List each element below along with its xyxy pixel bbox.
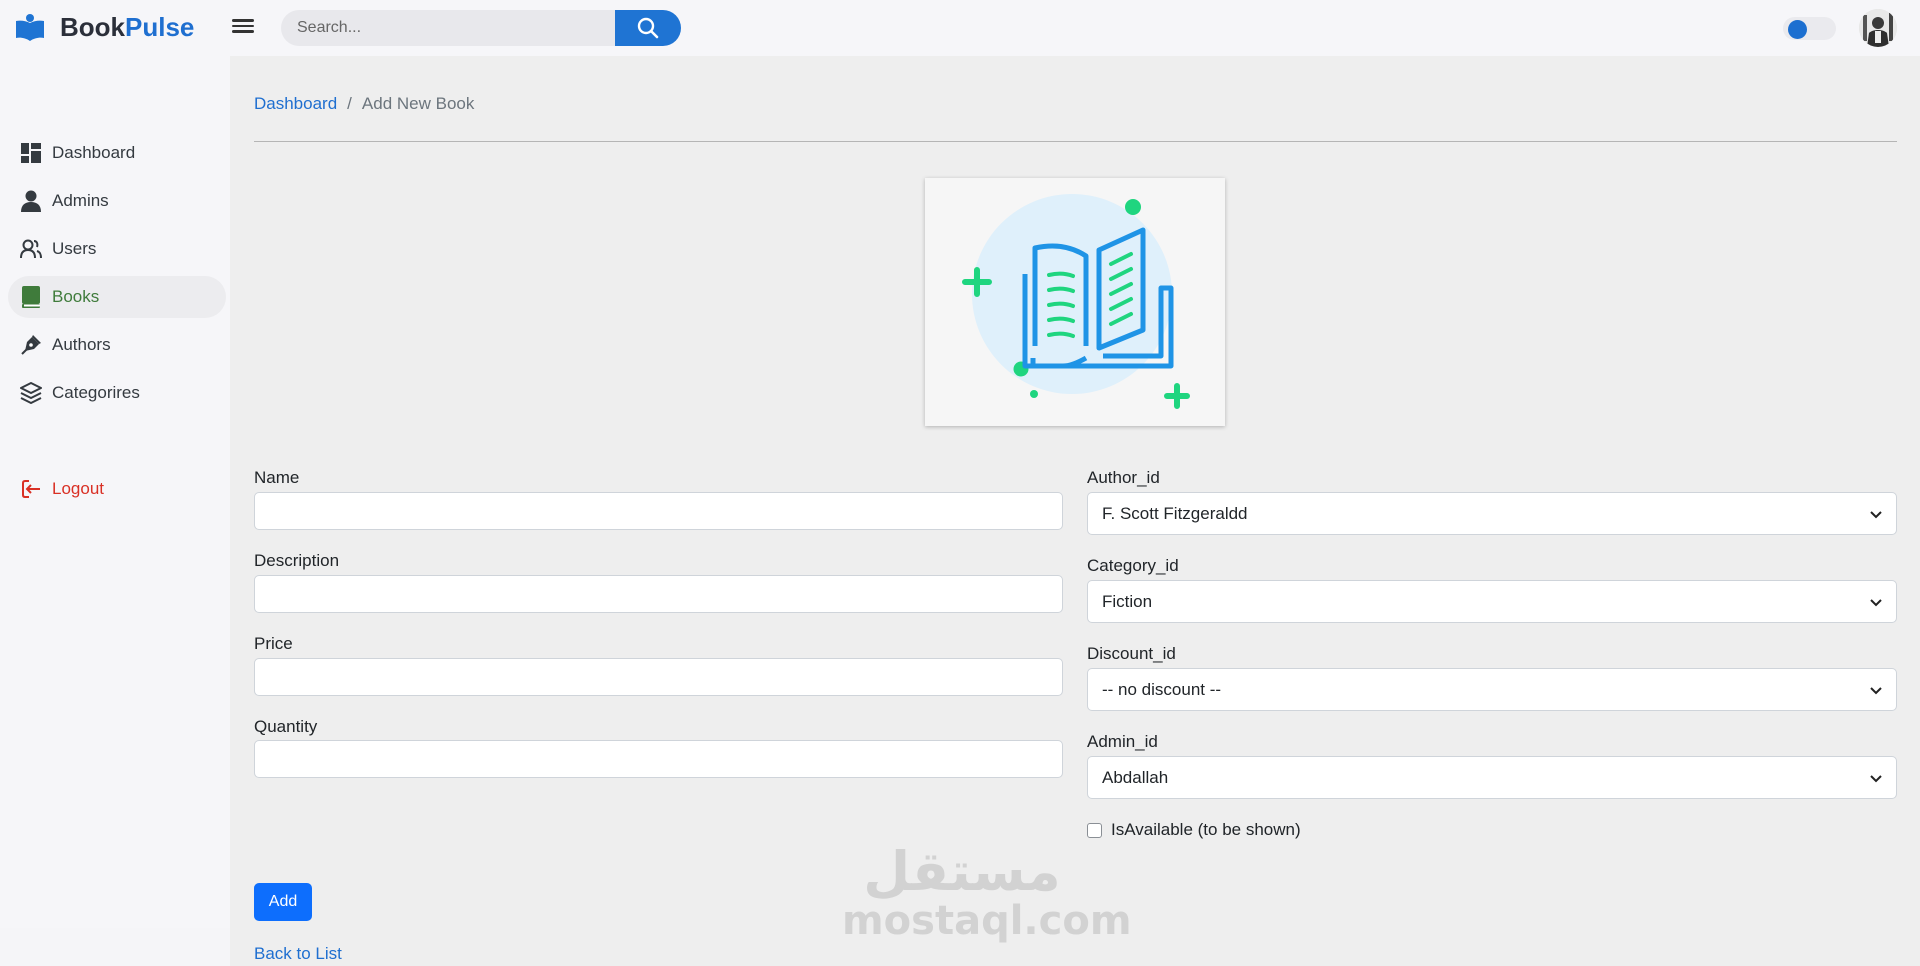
author-selected-value: F. Scott Fitzgeraldd [1102,503,1248,523]
sidebar-item-books[interactable]: Books [8,276,226,318]
sidebar-item-admins[interactable]: Admins [8,180,226,222]
sidebar-item-categories[interactable]: Categorires [8,372,226,414]
name-field[interactable] [254,492,1063,530]
chevron-down-icon [1870,510,1882,518]
dashboard-icon [20,142,42,164]
sidebar-item-label: Books [52,287,100,306]
discount-selected-value: -- no discount -- [1102,679,1222,699]
logout-button[interactable]: Logout [8,468,226,510]
price-label: Price [254,634,293,653]
sidebar: Dashboard Admins Users Books Authors Cat… [0,56,230,928]
is-available-checkbox[interactable] [1087,822,1102,838]
menu-toggle-icon[interactable] [232,16,254,38]
sidebar-item-users[interactable]: Users [8,228,226,270]
sidebar-item-dashboard[interactable]: Dashboard [8,132,226,174]
category-label: Category_id [1087,556,1179,575]
book-icon [20,286,42,308]
search-icon [637,17,659,39]
sidebar-item-label: Categorires [52,383,140,402]
brand[interactable]: BookPulse [14,12,194,43]
theme-toggle[interactable] [1783,17,1836,40]
watermark: مستقل mostaql.com [842,840,1132,944]
divider [254,141,1897,142]
main-content: Dashboard / Add New Book Name Descriptio… [230,56,1920,966]
discount-label: Discount_id [1087,644,1176,663]
category-select[interactable]: Fiction [1087,580,1897,623]
add-button[interactable]: Add [254,883,312,921]
is-available-row: IsAvailable (to be shown) [1087,820,1301,840]
author-select[interactable]: F. Scott Fitzgeraldd [1087,492,1897,535]
admin-user-icon [20,190,42,212]
add-book-illustration-icon [962,194,1190,409]
quantity-label: Quantity [254,717,318,736]
sidebar-item-label: Admins [52,191,109,210]
discount-select[interactable]: -- no discount -- [1087,668,1897,711]
avatar[interactable] [1859,9,1897,47]
brand-name-part1: Book [60,12,125,42]
description-field[interactable] [254,575,1063,613]
breadcrumb-current: Add New Book [361,94,475,113]
admin-select[interactable]: Abdallah [1087,756,1897,799]
book-illustration [925,178,1225,426]
author-label: Author_id [1087,468,1160,487]
chevron-down-icon [1870,686,1882,694]
sidebar-item-label: Authors [52,335,111,354]
category-selected-value: Fiction [1102,591,1153,611]
chevron-down-icon [1870,774,1882,782]
admin-label: Admin_id [1087,732,1158,751]
search-bar [281,10,681,46]
watermark-latin: mostaql.com [842,898,1132,944]
brand-name: BookPulse [60,12,194,43]
chevron-down-icon [1870,598,1882,606]
breadcrumb: Dashboard / Add New Book [254,94,474,114]
quantity-field[interactable] [254,740,1063,778]
sidebar-item-label: Users [52,239,97,258]
name-label: Name [254,468,300,487]
logout-icon [20,478,42,500]
users-icon [20,238,42,260]
is-available-label[interactable]: IsAvailable (to be shown) [1111,820,1301,840]
search-button[interactable] [615,10,681,46]
description-label: Description [254,551,340,570]
sidebar-item-label: Dashboard [52,143,136,162]
brand-name-part2: Pulse [125,12,195,42]
breadcrumb-dashboard-link[interactable]: Dashboard [254,94,337,114]
pen-nib-icon [20,334,42,356]
open-book-logo-icon [16,13,44,41]
layers-icon [20,382,42,404]
watermark-arabic: مستقل [863,840,1061,903]
price-field[interactable] [254,658,1063,696]
toggle-knob [1788,20,1807,39]
search-input[interactable] [281,10,615,46]
avatar-image [1859,9,1897,47]
admin-selected-value: Abdallah [1102,767,1169,787]
top-bar: BookPulse [0,0,1920,56]
sidebar-item-authors[interactable]: Authors [8,324,226,366]
breadcrumb-separator: / [347,94,352,113]
logout-label: Logout [52,479,104,498]
back-to-list-link[interactable]: Back to List [254,944,342,964]
